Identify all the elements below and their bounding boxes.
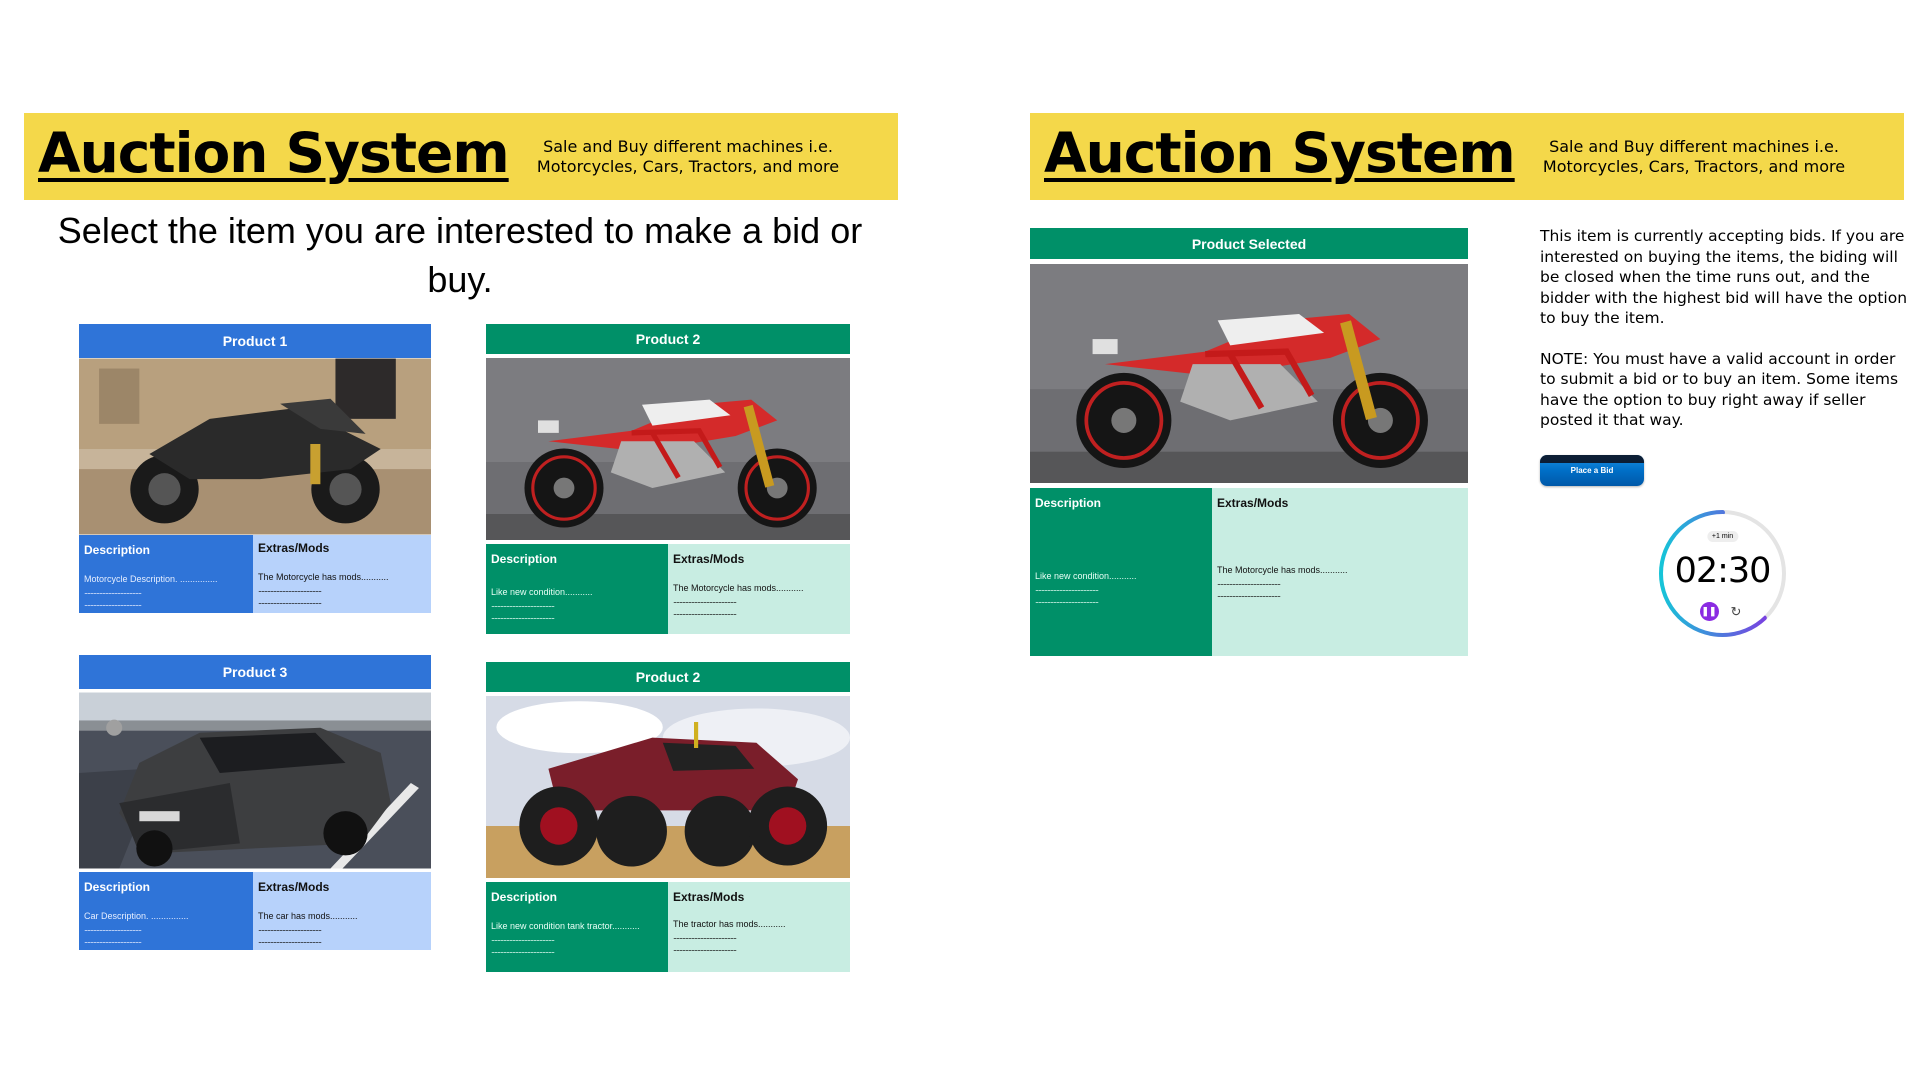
extras-dots: ........................................… <box>673 595 737 605</box>
description-dots: ........................................… <box>1035 583 1099 593</box>
product-card-3[interactable]: Product 3 Description Car Description. .… <box>79 655 431 950</box>
tagline: Sale and Buy different machines i.e. Mot… <box>1514 137 1874 177</box>
extras-text: The Motorcycle has mods........... <box>258 572 389 582</box>
selected-product-card: Product Selected Description Like new co… <box>1030 228 1468 656</box>
product-card-2[interactable]: Product 2 Description Like new condition… <box>486 324 850 634</box>
extras-dots: ........................................… <box>1217 589 1281 599</box>
description-panel: Description Like new condition tank trac… <box>486 882 668 972</box>
selected-product-image <box>1030 259 1468 488</box>
extras-panel: Extras/Mods The Motorcycle has mods.....… <box>1212 488 1468 656</box>
tagline: Sale and Buy different machines i.e. Mot… <box>508 137 868 177</box>
description-dots: ...................................... <box>84 598 142 608</box>
description-dots: ........................................… <box>491 945 555 955</box>
extras-text: The tractor has mods........... <box>673 919 786 929</box>
instruction-text: Select the item you are interested to ma… <box>57 210 863 300</box>
product-card-header: Product 2 <box>486 662 850 692</box>
description-dots: ........................................… <box>491 599 555 609</box>
description-panel: Description Like new condition..........… <box>1030 488 1212 656</box>
description-dots: ........................................… <box>491 933 555 943</box>
add-minute-button[interactable]: +1 min <box>1706 531 1739 542</box>
bid-notice: This item is currently accepting bids. I… <box>1540 226 1910 451</box>
place-bid-button[interactable]: Place a Bid <box>1540 455 1644 486</box>
timer-face: +1 min 02:30 ❚❚ ↻ <box>1663 514 1782 633</box>
product-card-header: Product 2 <box>486 324 850 354</box>
notice-paragraph-1: This item is currently accepting bids. I… <box>1540 227 1908 327</box>
place-bid-label: Place a Bid <box>1570 466 1614 475</box>
notice-paragraph-2: NOTE: You must have a valid account in o… <box>1540 349 1899 430</box>
description-label: Description <box>84 543 151 557</box>
product-card-4[interactable]: Product 2 Description Like new condition… <box>486 662 850 972</box>
extras-panel: Extras/Mods The tractor has mods........… <box>668 882 850 972</box>
extras-text: The Motorcycle has mods........... <box>1217 565 1348 575</box>
description-panel: Description Car Description. ...........… <box>79 872 253 950</box>
description-dots: ........................................… <box>1035 595 1099 605</box>
header-banner-left: Auction System Sale and Buy different ma… <box>24 113 898 200</box>
description-dots: ...................................... <box>84 586 142 596</box>
app-title: Auction System <box>1044 121 1516 185</box>
reset-icon[interactable]: ↻ <box>1727 602 1746 621</box>
product-image-motorcycle[interactable] <box>486 354 850 544</box>
description-text: Like new condition tank tractor.........… <box>491 921 640 931</box>
extras-dots: ........................................… <box>1217 577 1281 587</box>
app-title: Auction System <box>38 121 510 185</box>
description-dots: ...................................... <box>84 935 142 945</box>
description-label: Description <box>491 552 558 566</box>
tagline-line-2: Motorcycles, Cars, Tractors, and more <box>1542 157 1846 176</box>
header-banner-right: Auction System Sale and Buy different ma… <box>1030 113 1904 200</box>
countdown-timer: +1 min 02:30 ❚❚ ↻ <box>1657 508 1788 639</box>
extras-text: The Motorcycle has mods........... <box>673 583 804 593</box>
description-text: Like new condition........... <box>1035 571 1137 581</box>
product-card-1[interactable]: Product 1 Description Motorcycle Descrip… <box>79 324 431 613</box>
extras-panel: Extras/Mods The car has mods........... … <box>253 872 431 950</box>
extras-panel: Extras/Mods The Motorcycle has mods.....… <box>668 544 850 634</box>
extras-label: Extras/Mods <box>258 880 330 894</box>
extras-dots: ........................................… <box>258 596 322 606</box>
product-card-header: Product 3 <box>79 655 431 689</box>
selected-product-header: Product Selected <box>1030 228 1468 259</box>
extras-label: Extras/Mods <box>1217 496 1289 510</box>
product-image-car[interactable] <box>79 689 431 872</box>
description-text: Motorcycle Description. ............... <box>84 574 218 584</box>
description-label: Description <box>84 880 151 894</box>
tagline-line-1: Sale and Buy different machines i.e. <box>543 137 833 156</box>
extras-dots: ........................................… <box>258 584 322 594</box>
description-text: Car Description. ............... <box>84 911 189 921</box>
extras-dots: ........................................… <box>673 931 737 941</box>
timer-display: 02:30 <box>1674 551 1772 591</box>
extras-label: Extras/Mods <box>258 541 330 555</box>
product-image-motorcycle[interactable] <box>79 358 431 535</box>
extras-dots: ........................................… <box>673 943 737 953</box>
description-dots: ........................................… <box>491 611 555 621</box>
tagline-line-2: Motorcycles, Cars, Tractors, and more <box>536 157 840 176</box>
extras-dots: ........................................… <box>258 923 322 933</box>
description-panel: Description Like new condition..........… <box>486 544 668 634</box>
extras-dots: ........................................… <box>673 607 737 617</box>
extras-text: The car has mods........... <box>258 911 358 921</box>
extras-label: Extras/Mods <box>673 890 745 904</box>
description-text: Like new condition........... <box>491 587 593 597</box>
extras-dots: ........................................… <box>258 935 322 945</box>
extras-panel: Extras/Mods The Motorcycle has mods.....… <box>253 535 431 613</box>
pause-icon[interactable]: ❚❚ <box>1699 602 1719 621</box>
description-label: Description <box>491 890 558 904</box>
extras-label: Extras/Mods <box>673 552 745 566</box>
product-card-header: Product 1 <box>79 324 431 358</box>
product-image-tractor[interactable] <box>486 692 850 882</box>
description-dots: ...................................... <box>84 923 142 933</box>
description-panel: Description Motorcycle Description. ....… <box>79 535 253 613</box>
description-label: Description <box>1035 496 1102 510</box>
tagline-line-1: Sale and Buy different machines i.e. <box>1549 137 1839 156</box>
